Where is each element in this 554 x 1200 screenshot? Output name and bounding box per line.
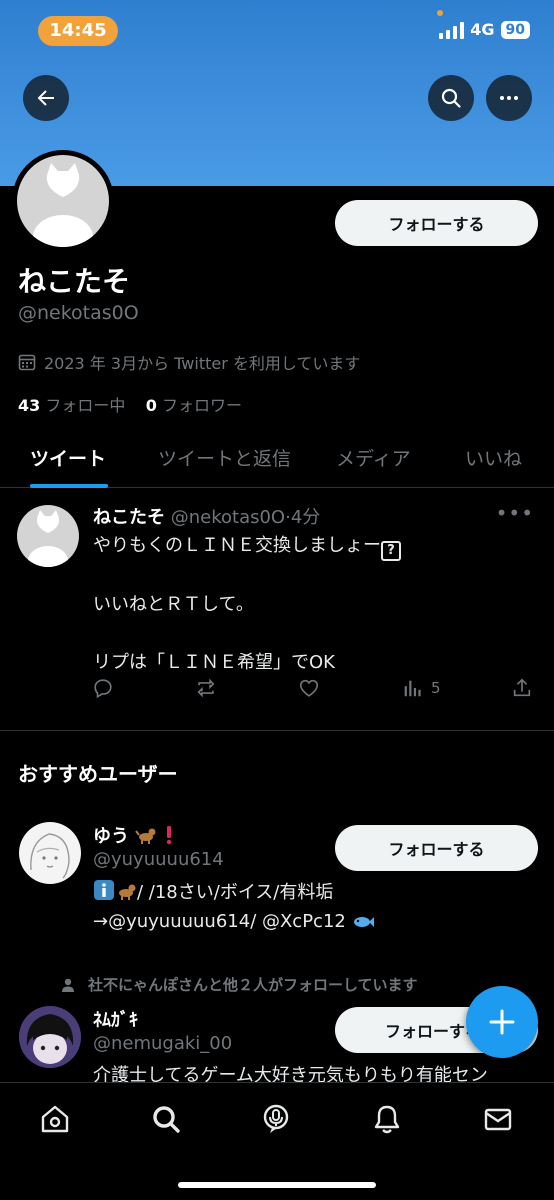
- back-button[interactable]: [23, 75, 69, 121]
- dog-emoji-icon: [135, 828, 156, 844]
- tweet-text: やりもくのＬＩＮＥ交換しましょー? いいねとＲＴして。 リプは「ＬＩＮＥ希望」で…: [93, 531, 533, 677]
- follow-stats: 43 フォロー中 0 フォロワー: [18, 392, 242, 416]
- tweet-author-name[interactable]: ねこたそ: [93, 507, 165, 528]
- recommended-user-1-avatar[interactable]: [19, 822, 81, 884]
- arrow-left-icon: [37, 90, 54, 106]
- more-button[interactable]: [486, 75, 532, 121]
- notifications-bell-icon[interactable]: [371, 1103, 403, 1135]
- recommended-user-1-handle[interactable]: @yuyuuuu614: [93, 849, 224, 870]
- recommended-user-1-follow-button[interactable]: フォローする: [335, 825, 538, 871]
- profile-avatar[interactable]: [12, 150, 114, 252]
- exclamation-icon: [166, 826, 171, 845]
- person-icon: [62, 978, 74, 992]
- share-button[interactable]: [511, 677, 533, 699]
- views-button[interactable]: 5: [401, 677, 441, 699]
- following-count: 43: [18, 396, 41, 415]
- user-sketch-avatar-icon: [30, 833, 70, 879]
- anime-character-avatar-icon: [19, 1006, 81, 1068]
- follow-button[interactable]: フォローする: [335, 200, 538, 246]
- social-context: 社不にゃんぽさんと他２人がフォローしています: [60, 974, 418, 995]
- following-link[interactable]: 43 フォロー中: [18, 396, 125, 415]
- recommended-users-title: おすすめユーザー: [18, 762, 178, 786]
- tweet-author-handle[interactable]: @nekotas0O: [171, 507, 285, 528]
- reply-button[interactable]: [92, 677, 114, 699]
- recommended-user-1-bio-line-2: →@yuyuuuuu614/ @XcPc12: [93, 911, 346, 932]
- following-label: フォロー中: [45, 396, 126, 415]
- recommended-user-2-avatar[interactable]: [19, 1006, 81, 1068]
- active-tab-indicator: [30, 484, 108, 488]
- tweet-header: ねこたそ @nekotas0O·4分: [93, 503, 320, 529]
- reply-icon: [94, 679, 112, 699]
- tab-tweets-and-replies[interactable]: ツイートと返信: [158, 444, 291, 471]
- fish-emoji-icon: [353, 917, 374, 927]
- tweet[interactable]: ねこたそ @nekotas0O·4分 ••• やりもくのＬＩＮＥ交換しましょー?…: [0, 489, 554, 731]
- profile-name: ねこたそ: [18, 265, 131, 298]
- search-icon: [441, 88, 461, 108]
- retweet-button[interactable]: [195, 677, 217, 699]
- battery-level: 90: [500, 20, 530, 39]
- recommended-user-1-name[interactable]: ゆう: [93, 822, 174, 848]
- privacy-indicator-dot: [437, 10, 443, 16]
- social-context-text: 社不にゃんぽさんと他２人がフォローしています: [88, 976, 418, 994]
- calendar-icon: [18, 354, 36, 371]
- tweet-line-3: リプは「ＬＩＮＥ希望」でOK: [93, 652, 335, 673]
- spaces-icon[interactable]: [260, 1103, 292, 1135]
- network-type: 4G: [470, 20, 495, 39]
- dog-emoji-icon: [119, 884, 136, 900]
- search-nav-icon[interactable]: [150, 1103, 182, 1135]
- signal-icon: [439, 21, 465, 39]
- home-indicator: [178, 1182, 376, 1188]
- profile-tabs: ツイート ツイートと返信 メディア いいね: [0, 436, 554, 488]
- question-box-icon: ?: [381, 541, 401, 561]
- tab-tweets[interactable]: ツイート: [30, 444, 106, 471]
- joined-date: 2023 年 3月から Twitter を利用しています: [18, 350, 360, 374]
- status-indicators: 4G 90: [439, 20, 530, 39]
- followers-link[interactable]: 0 フォロワー: [146, 396, 242, 415]
- views-bar-chart-icon: [404, 680, 421, 697]
- joined-text: 2023 年 3月から Twitter を利用しています: [44, 354, 361, 373]
- followers-count: 0: [145, 396, 157, 415]
- tab-likes[interactable]: いいね: [465, 444, 522, 471]
- default-cat-avatar-icon: [28, 510, 68, 567]
- tweet-avatar[interactable]: [17, 505, 79, 567]
- plus-icon: [489, 1009, 515, 1035]
- status-time: 14:45: [38, 16, 118, 46]
- like-button[interactable]: [298, 677, 320, 699]
- default-cat-avatar-icon: [33, 163, 93, 247]
- tweet-actions: 5: [92, 677, 542, 701]
- recommended-user-2-name[interactable]: ﾈﾑｶﾞｷ: [93, 1006, 138, 1032]
- tweet-more-icon[interactable]: •••: [496, 501, 534, 525]
- share-icon: [513, 678, 531, 697]
- tweet-time[interactable]: ·4分: [285, 507, 320, 528]
- search-button[interactable]: [428, 75, 474, 121]
- recommended-user-1-bio: / /18さい/ボイス/有料垢 →@yuyuuuuu614/ @XcPc12: [93, 878, 533, 936]
- followers-label: フォロワー: [161, 396, 242, 415]
- retweet-icon: [197, 678, 215, 698]
- heart-icon: [299, 679, 319, 697]
- views-count: 5: [431, 679, 441, 697]
- tweet-line-2: いいねとＲＴして。: [93, 594, 254, 615]
- recommended-user-1-bio-line-1: / /18さい/ボイス/有料垢: [137, 882, 334, 903]
- messages-envelope-icon[interactable]: [482, 1103, 514, 1135]
- tab-media[interactable]: メディア: [336, 444, 411, 471]
- recommended-user-1-name-text: ゆう: [93, 826, 129, 847]
- more-horizontal-icon: [500, 96, 518, 100]
- compose-tweet-button[interactable]: [466, 986, 538, 1058]
- recommended-user-2-handle[interactable]: @nemugaki_00: [93, 1033, 232, 1054]
- home-icon[interactable]: [39, 1103, 71, 1135]
- tweet-line-1: やりもくのＬＩＮＥ交換しましょー: [93, 535, 381, 556]
- information-emoji-icon: [94, 880, 114, 900]
- profile-handle: @nekotas0O: [18, 302, 139, 324]
